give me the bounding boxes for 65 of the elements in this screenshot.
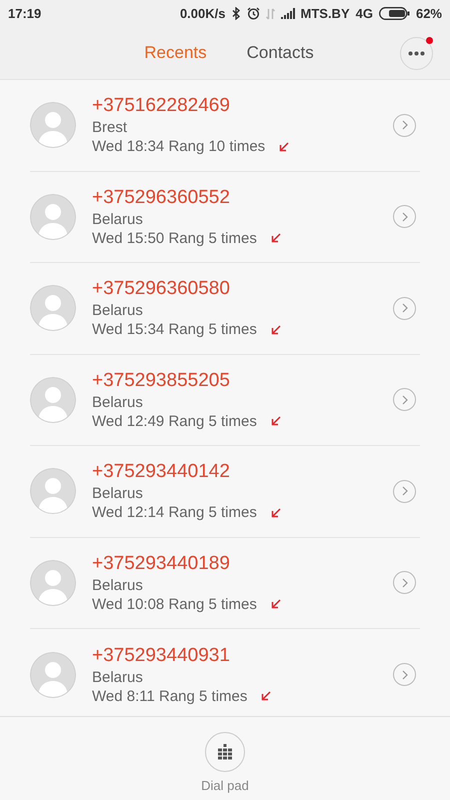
missed-call-icon <box>279 142 290 152</box>
details-button[interactable] <box>393 296 416 320</box>
phone-number: +375293440931 <box>92 644 231 667</box>
chevron-right-icon <box>402 670 408 680</box>
details-button[interactable] <box>393 205 416 228</box>
call-location: Belarus <box>92 302 144 320</box>
details-button[interactable] <box>393 663 416 686</box>
call-location: Belarus <box>92 576 144 594</box>
call-details: Wed 12:49 Rang 5 times <box>92 412 257 430</box>
call-location: Belarus <box>92 485 144 502</box>
signal-icon <box>280 8 294 19</box>
network-speed: 0.00K/s <box>180 6 226 21</box>
alarm-icon <box>246 7 260 20</box>
battery-percent: 62% <box>416 6 442 21</box>
chevron-right-icon <box>402 578 408 588</box>
missed-call-icon <box>270 233 281 244</box>
avatar-icon <box>30 468 76 514</box>
more-icon <box>408 51 425 56</box>
call-details: Wed 8:11 Rang 5 times <box>92 688 248 705</box>
missed-call-icon <box>261 691 272 702</box>
chevron-right-icon <box>402 212 408 222</box>
call-location: Belarus <box>92 394 144 411</box>
missed-call-icon <box>270 599 281 610</box>
details-button[interactable] <box>393 571 416 594</box>
missed-call-icon <box>270 324 281 335</box>
avatar-icon <box>30 194 76 240</box>
phone-number: +375296360552 <box>92 186 231 209</box>
dial-pad-icon <box>217 744 233 760</box>
avatar-icon <box>30 652 76 698</box>
details-button[interactable] <box>393 480 416 503</box>
avatar-icon <box>30 376 76 423</box>
more-button[interactable] <box>400 37 433 70</box>
missed-call-icon <box>270 416 281 426</box>
chevron-right-icon <box>402 394 408 405</box>
chevron-right-icon <box>402 120 408 130</box>
phone-number: +375293440189 <box>92 552 231 575</box>
dial-pad-button[interactable] <box>205 732 245 772</box>
avatar-icon <box>30 102 76 148</box>
call-details: Wed 10:08 Rang 5 times <box>92 596 257 613</box>
avatar-icon <box>30 560 76 606</box>
call-location: Brest <box>92 119 128 136</box>
avatar-icon <box>30 285 76 332</box>
phone-number: +375296360580 <box>92 278 231 300</box>
carrier-name: MTS.BY <box>300 6 350 21</box>
call-details: Wed 12:14 Rang 5 times <box>92 504 257 522</box>
call-location: Belarus <box>92 668 144 686</box>
tab[interactable]: Contacts <box>246 39 314 67</box>
call-details: Wed 15:50 Rang 5 times <box>92 230 257 247</box>
details-button[interactable] <box>393 114 416 137</box>
clock-time: 17:19 <box>8 6 42 21</box>
call-location: Belarus <box>92 210 144 228</box>
network-type: 4G <box>356 6 373 21</box>
chevron-right-icon <box>402 303 408 314</box>
phone-number: +375162282469 <box>92 95 231 118</box>
battery-icon <box>378 7 410 20</box>
phone-number: +375293440142 <box>92 461 231 484</box>
call-details: Wed 18:34 Rang 10 times <box>92 138 266 156</box>
call-details: Wed 15:34 Rang 5 times <box>92 321 257 338</box>
chevron-right-icon <box>402 486 408 496</box>
phone-number: +375293855205 <box>92 370 231 392</box>
details-button[interactable] <box>393 388 416 412</box>
bluetooth-icon <box>232 7 240 20</box>
dial-pad-label: Dial pad <box>201 778 249 793</box>
data-arrows-icon <box>266 8 274 20</box>
missed-call-icon <box>270 508 281 518</box>
